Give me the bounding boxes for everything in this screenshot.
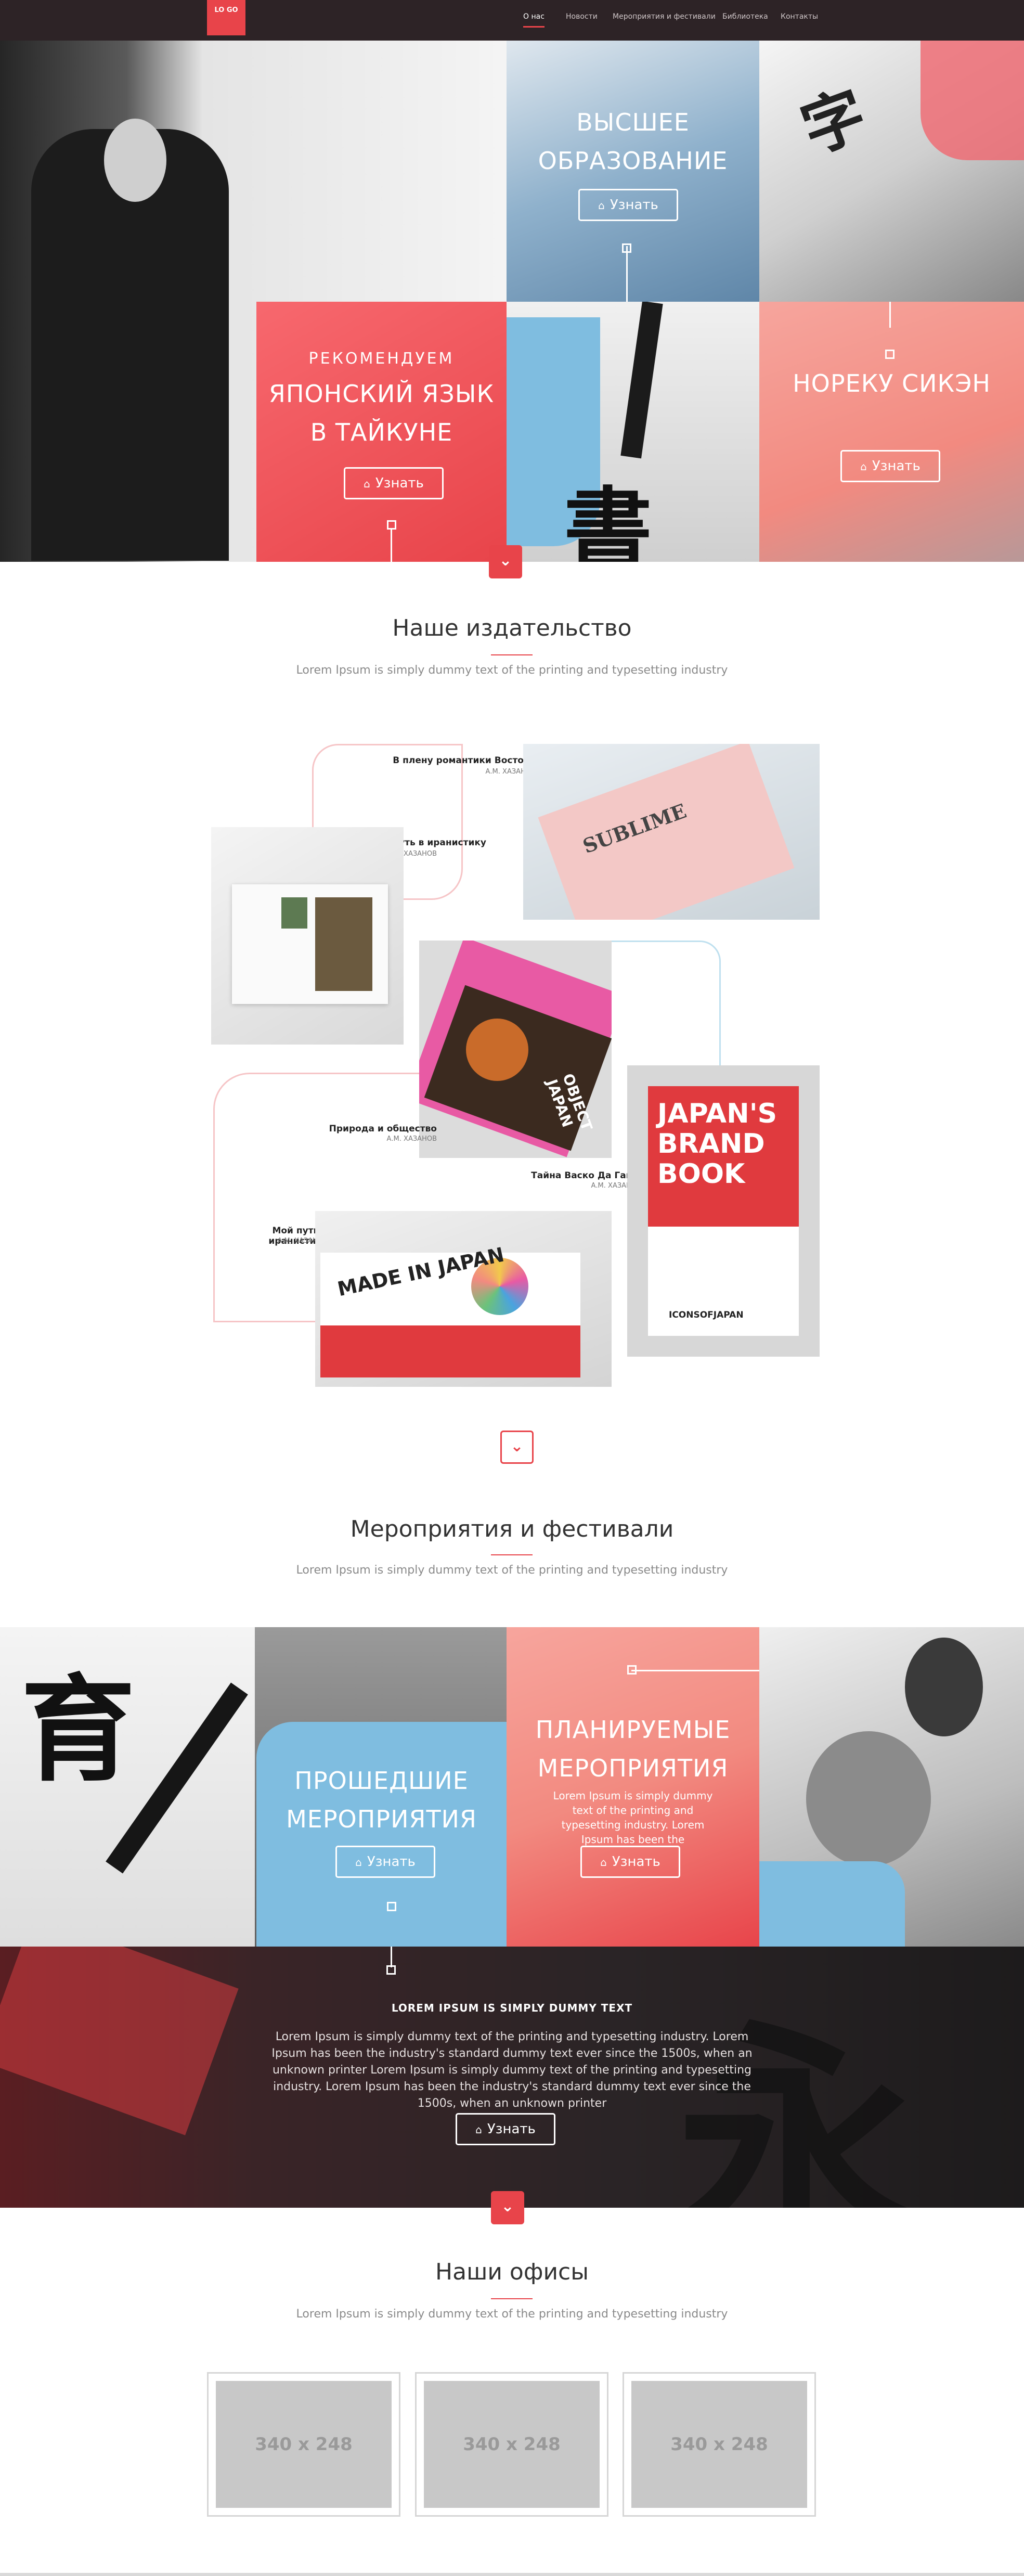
title-underline [491,1554,533,1555]
calligraphy-glyph: 字 [792,77,876,168]
higher-education-button[interactable]: ⌂ Узнать [578,189,678,221]
home-icon: ⌂ [364,478,370,490]
tile-planned-events: ПЛАНИРУЕМЫЕ МЕРОПРИЯТИЯ Lorem Ipsum is s… [507,1627,759,1947]
events-kimono-photo [759,1627,1024,1947]
office-card[interactable]: 340 x 248 [207,2372,400,2517]
offices-title: Наши офисы [435,2259,589,2285]
scroll-down-button[interactable]: ⌄ [491,2191,524,2224]
offices-subtitle: Lorem Ipsum is simply dummy text of the … [296,2308,728,2321]
connector-dot [627,1665,637,1675]
banner-button[interactable]: ⌂ Узнать [456,2113,555,2145]
book-cover-text: JAPAN'S BRAND BOOK [648,1086,799,1227]
home-icon: ⌂ [860,460,867,473]
book-shape [538,744,795,920]
woman-head [104,119,166,202]
book-circle [466,1019,528,1081]
connector-line [391,1947,392,1967]
scroll-down-button[interactable]: ⌄ [489,545,522,578]
brush [620,302,663,459]
book-author: А.М. ХАЗАНОВ [277,1237,328,1245]
nav-item-contacts[interactable]: Контакты [781,12,818,21]
woman-head [905,1638,983,1736]
tile-higher-education: ВЫСШЕЕ ОБРАЗОВАНИЕ ⌂ Узнать [507,41,759,302]
book-cover-sublime[interactable]: SUBLIME [523,744,820,920]
connector-dot [622,243,631,253]
chevron-down-icon: ⌄ [510,1437,524,1456]
past-events-title: ПРОШЕДШИЕ МЕРОПРИЯТИЯ [286,1767,477,1833]
featured-button[interactable]: ⌂ Узнать [344,467,444,499]
book-cover-made-in-japan[interactable]: MADE IN JAPAN [315,1211,612,1387]
footer-divider [0,2573,1024,2576]
publishing-title: Наше издательство [392,615,632,641]
office-card[interactable]: 340 x 248 [623,2372,816,2517]
tile-noreku: НОРЕКУ СИКЭН ⌂ Узнать [759,302,1024,562]
past-events-button[interactable]: ⌂ Узнать [335,1846,435,1878]
planned-events-button[interactable]: ⌂ Узнать [580,1846,680,1878]
book-cover-brand-book[interactable]: JAPAN'S BRAND BOOK ICONSOFJAPAN [627,1065,820,1357]
book-author: А.М. ХАЗАНОВ [386,1135,437,1143]
book-cover-open-book[interactable] [211,827,404,1045]
book-image [281,897,307,929]
calligraphy-glyph: 書 [564,478,653,562]
calligraphy-glyph: 育 [21,1662,136,1797]
tile-featured-title: ЯПОНСКИЙ ЯЗЫК В ТАЙКУНЕ [268,380,495,446]
connector-dot [387,1902,396,1911]
chevron-down-icon: ⌄ [501,2197,514,2216]
tile-featured: РЕКОМЕНДУЕМ ЯПОНСКИЙ ЯЗЫК В ТАЙКУНЕ ⌂ Узн… [256,302,507,562]
events-title: Мероприятия и фестивали [350,1516,674,1542]
connector-line [889,302,891,328]
office-card[interactable]: 340 x 248 [415,2372,608,2517]
book-cover-object-japan[interactable]: OBJECT JAPAN [419,941,612,1158]
scroll-down-button[interactable]: ⌄ [500,1431,534,1464]
book-cover-text: ICONSOFJAPAN [669,1310,744,1320]
events-subtitle: Lorem Ipsum is simply dummy text of the … [296,1564,728,1577]
book-title: Природа и общество [329,1124,437,1134]
tile-higher-education-title: ВЫСШЕЕ ОБРАЗОВАНИЕ [538,108,728,175]
title-underline [491,2298,533,2299]
blue-overlay [759,1861,905,1947]
fan [806,1731,931,1866]
nav-item-news[interactable]: Новости [566,12,598,21]
logo[interactable]: LO GO [207,0,245,35]
office-image-placeholder: 340 x 248 [424,2381,600,2508]
tile-calligraphy-paper: 字 [759,41,1024,302]
tile-calligraphy-brush: 書 [507,302,759,562]
red-overlay [0,1947,239,2135]
connector-line [626,246,628,302]
top-nav: LO GO О нас Новости Мероприятия и фестив… [0,0,1024,41]
nav-item-events[interactable]: Мероприятия и фестивали [613,12,716,21]
tile-featured-sub: РЕКОМЕНДУЕМ [308,350,455,368]
connector-dot [885,350,895,359]
title-underline [491,654,533,655]
home-icon: ⌂ [355,1856,362,1869]
nav-item-library[interactable]: Библиотека [722,12,768,21]
book-title: В плену романтики Востока [393,755,536,766]
connector-dot [386,1965,396,1975]
noreku-button[interactable]: ⌂ Узнать [840,450,940,482]
planned-events-title: ПЛАНИРУЕМЫЕ МЕРОПРИЯТИЯ [535,1716,731,1782]
home-icon: ⌂ [475,2123,482,2136]
book-author: А.М. ХАЗАНОВ [485,768,536,776]
planned-events-text: Lorem Ipsum is simply dummy text of the … [553,1789,713,1846]
tile-noreku-title: НОРЕКУ СИКЭН [793,369,991,397]
office-image-placeholder: 340 x 248 [216,2381,392,2508]
book-author: А.М. ХАЗАНОВ [591,1182,641,1190]
office-image-placeholder: 340 x 248 [631,2381,807,2508]
connector-line [631,1670,759,1671]
tile-past-events: ПРОШЕДШИЕ МЕРОПРИЯТИЯ ⌂ Узнать [256,1722,507,1947]
banner-title: LOREM IPSUM IS SIMPLY DUMMY TEXT [391,2002,633,2014]
banner-text: Lorem Ipsum is simply dummy text of the … [271,2030,753,2110]
publishing-subtitle: Lorem Ipsum is simply dummy text of the … [296,664,728,677]
home-icon: ⌂ [600,1856,607,1869]
book-image [315,897,372,991]
home-icon: ⌂ [598,199,605,212]
nav-item-about[interactable]: О нас [523,12,545,28]
chevron-down-icon: ⌄ [499,551,512,570]
connector-line [391,529,392,562]
red-overlay [921,41,1024,160]
book-title: Тайна Васко Да Гамы [531,1170,641,1181]
